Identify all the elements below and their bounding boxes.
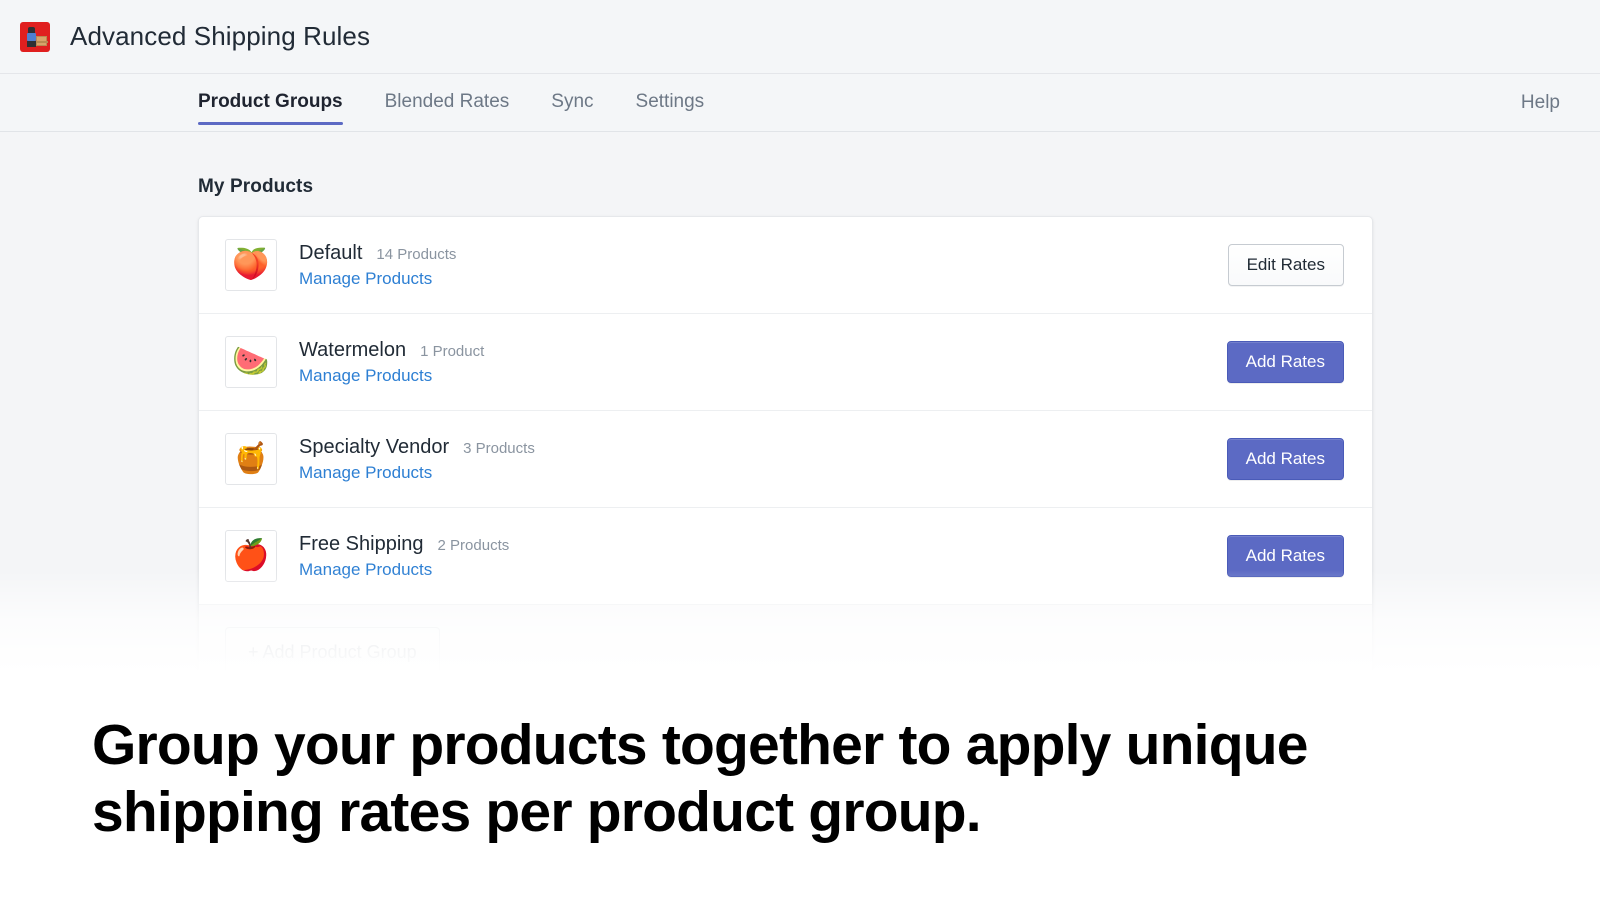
help-label: Help: [1521, 92, 1560, 114]
manage-products-link[interactable]: Manage Products: [299, 463, 1227, 483]
row-action: Add Rates: [1227, 341, 1344, 383]
add-product-group-button[interactable]: + Add Product Group: [225, 627, 440, 678]
add-rates-button[interactable]: Add Rates: [1227, 341, 1344, 383]
tab-label: Product Groups: [198, 91, 343, 113]
group-title-line: Specialty Vendor 3 Products: [299, 436, 1227, 459]
tab-label: Sync: [551, 91, 593, 113]
group-name: Default: [299, 242, 362, 265]
table-row[interactable]: 🍯 Specialty Vendor 3 Products Manage Pro…: [199, 411, 1372, 508]
screenshot-root: Advanced Shipping Rules Product Groups B…: [0, 0, 1600, 900]
product-groups-card: 🍑 Default 14 Products Manage Products Ed…: [198, 216, 1373, 690]
group-info: Specialty Vendor 3 Products Manage Produ…: [299, 436, 1227, 483]
table-row[interactable]: 🍉 Watermelon 1 Product Manage Products A…: [199, 314, 1372, 411]
logo-package-box: [36, 36, 47, 46]
watermelon-thumbnail: 🍉: [225, 336, 277, 388]
manage-products-link[interactable]: Manage Products: [299, 269, 1228, 289]
caption-line-2: shipping rates per product group.: [92, 779, 1492, 846]
add-rates-button[interactable]: Add Rates: [1227, 535, 1344, 577]
help-link[interactable]: Help: [1521, 74, 1560, 131]
group-product-count: 2 Products: [438, 537, 510, 554]
app-screenshot-region: Advanced Shipping Rules Product Groups B…: [0, 0, 1600, 690]
honey-jar-thumbnail: 🍯: [225, 433, 277, 485]
group-info: Free Shipping 2 Products Manage Products: [299, 533, 1227, 580]
logo-figure-head: [28, 27, 35, 33]
thumbnail-glyph: 🍉: [232, 347, 269, 377]
app-title: Advanced Shipping Rules: [70, 21, 370, 52]
manage-products-link[interactable]: Manage Products: [299, 366, 1227, 386]
primary-nav-tabs: Product Groups Blended Rates Sync Settin…: [0, 74, 1600, 132]
tab-label: Settings: [636, 91, 705, 113]
group-title-line: Watermelon 1 Product: [299, 339, 1227, 362]
group-name: Specialty Vendor: [299, 436, 449, 459]
caption-line-1: Group your products together to apply un…: [92, 712, 1492, 779]
row-action: Add Rates: [1227, 438, 1344, 480]
thumbnail-glyph: 🍎: [232, 541, 269, 571]
table-row[interactable]: 🍑 Default 14 Products Manage Products Ed…: [199, 217, 1372, 314]
shipping-app-icon: [20, 22, 50, 52]
tab-settings[interactable]: Settings: [636, 74, 705, 131]
group-name: Free Shipping: [299, 533, 424, 556]
tabs-spacer: [746, 74, 1521, 131]
group-title-line: Default 14 Products: [299, 242, 1228, 265]
group-title-line: Free Shipping 2 Products: [299, 533, 1227, 556]
edit-rates-button[interactable]: Edit Rates: [1228, 244, 1344, 286]
apple-thumbnail: 🍎: [225, 530, 277, 582]
tab-product-groups[interactable]: Product Groups: [198, 74, 343, 131]
page-title: My Products: [198, 176, 1402, 198]
peach-thumbnail: 🍑: [225, 239, 277, 291]
logo-figure-legs: [27, 41, 36, 47]
add-rates-button[interactable]: Add Rates: [1227, 438, 1344, 480]
thumbnail-glyph: 🍑: [232, 250, 269, 280]
card-footer: + Add Product Group: [199, 605, 1372, 690]
row-action: Add Rates: [1227, 535, 1344, 577]
group-name: Watermelon: [299, 339, 406, 362]
group-info: Watermelon 1 Product Manage Products: [299, 339, 1227, 386]
logo-figure-body: [27, 33, 36, 41]
caption-text: Group your products together to apply un…: [92, 712, 1492, 847]
tab-blended-rates[interactable]: Blended Rates: [385, 74, 510, 131]
manage-products-link[interactable]: Manage Products: [299, 560, 1227, 580]
tab-sync[interactable]: Sync: [551, 74, 593, 131]
group-product-count: 3 Products: [463, 440, 535, 457]
app-header: Advanced Shipping Rules: [0, 0, 1600, 74]
group-product-count: 14 Products: [376, 246, 456, 263]
row-action: Edit Rates: [1228, 244, 1344, 286]
table-row[interactable]: 🍎 Free Shipping 2 Products Manage Produc…: [199, 508, 1372, 605]
tab-label: Blended Rates: [385, 91, 510, 113]
thumbnail-glyph: 🍯: [232, 444, 269, 474]
main-content: My Products 🍑 Default 14 Products Manage…: [0, 176, 1600, 690]
group-info: Default 14 Products Manage Products: [299, 242, 1228, 289]
group-product-count: 1 Product: [420, 343, 484, 360]
